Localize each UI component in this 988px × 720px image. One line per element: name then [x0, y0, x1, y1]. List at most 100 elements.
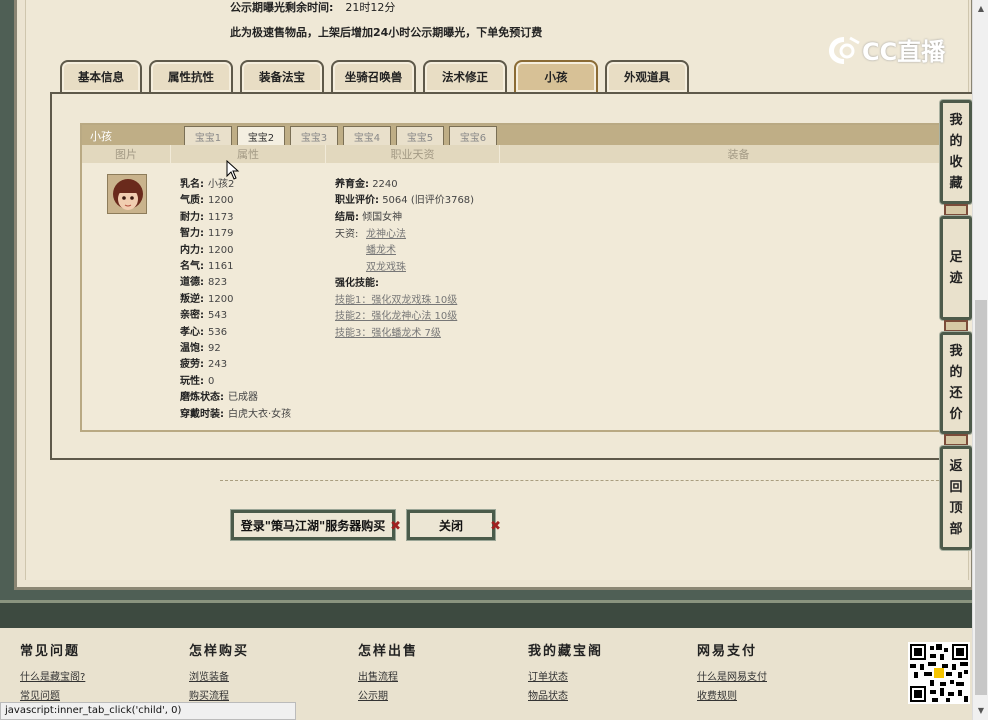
talent-label: 天资:	[335, 229, 359, 240]
footer-link-what-is-cbg[interactable]: 什么是藏宝阁?	[20, 668, 85, 683]
attribute-key: 乳名:	[180, 179, 204, 190]
attribute-row: 名气: 1161	[180, 257, 233, 272]
footer-heading-how-to-sell: 怎样出售	[358, 644, 419, 659]
attribute-key: 智力:	[180, 228, 204, 240]
talent-link-2[interactable]: 蟠龙术	[366, 241, 396, 256]
attribute-value: 536	[208, 326, 228, 338]
close-button[interactable]: 关闭 ✖	[407, 510, 501, 540]
tab-baby-6[interactable]: 宝宝6	[449, 126, 497, 145]
tab-baby-2[interactable]: 宝宝2	[237, 126, 285, 146]
column-header-equipment: 装备	[500, 145, 978, 163]
attribute-key: 气质:	[180, 195, 204, 207]
attribute-row: 智力: 1179	[180, 224, 233, 239]
attribute-row: 疲劳: 243	[180, 355, 227, 370]
attribute-value: 823	[208, 277, 228, 289]
rope-knot-icon	[944, 204, 968, 216]
attribute-key: 耐力:	[180, 211, 204, 223]
my-favorites-button[interactable]: 我的收藏	[940, 100, 972, 204]
attribute-value: 1200	[208, 293, 234, 305]
tab-attributes-resistance[interactable]: 属性抗性	[149, 60, 233, 92]
page-scrollbar[interactable]: ▲ ▼	[972, 0, 988, 720]
footer-link-purchase-process[interactable]: 购买流程	[189, 687, 229, 702]
child-section-title: 小孩	[90, 130, 112, 143]
back-to-top-button[interactable]: 返回顶部	[940, 446, 972, 550]
ending: 结局: 倾国女神	[335, 212, 403, 223]
attribute-row: 道德: 823	[180, 273, 227, 288]
tab-baby-4[interactable]: 宝宝4	[343, 126, 391, 145]
column-header-attributes: 属性	[171, 145, 326, 163]
footer-link-order-status[interactable]: 订单状态	[528, 668, 568, 683]
tab-baby-5[interactable]: 宝宝5	[396, 126, 444, 145]
skill-link-1[interactable]: 技能1：强化双龙戏珠 10级	[335, 291, 457, 306]
child-header-bar: 小孩 宝宝1 宝宝2 宝宝3 宝宝4 宝宝5 宝宝6	[82, 125, 976, 146]
child-portrait-icon	[108, 175, 146, 213]
attribute-row: 温饱: 92	[180, 339, 221, 354]
footer-heading-faq: 常见问题	[20, 644, 81, 659]
scroll-up-arrow-icon[interactable]: ▲	[975, 2, 987, 14]
talent-link-1[interactable]: 龙神心法	[366, 225, 406, 240]
tab-equipment-treasure[interactable]: 装备法宝	[240, 60, 324, 92]
cc-live-logo: CC直播	[826, 32, 945, 67]
footer-link-item-status[interactable]: 物品状态	[528, 687, 568, 702]
attribute-row: 叛逆: 1200	[180, 290, 233, 305]
attribute-key: 内力:	[180, 244, 204, 256]
tab-child[interactable]: 小孩	[514, 60, 598, 92]
divider	[220, 480, 974, 481]
child-detail-box: 小孩 宝宝1 宝宝2 宝宝3 宝宝4 宝宝5 宝宝6 图片 属性 职业天资 装备…	[80, 123, 978, 432]
attribute-key: 道德:	[180, 277, 204, 289]
footer-link-fee-rules[interactable]: 收费规则	[697, 687, 737, 702]
skill-link-2[interactable]: 技能2：强化龙神心法 10级	[335, 307, 457, 322]
attribute-value: 243	[208, 359, 228, 371]
column-header-image: 图片	[82, 145, 171, 163]
rope-knot-icon	[944, 320, 968, 332]
attribute-value: 1200	[208, 244, 234, 256]
attribute-value: 543	[208, 310, 228, 322]
footer-link-browse-equipment[interactable]: 浏览装备	[189, 668, 229, 683]
tab-mount-summon[interactable]: 坐骑召唤兽	[331, 60, 416, 92]
skill-link-3[interactable]: 技能3：强化蟠龙术 7级	[335, 324, 441, 339]
my-bargains-button[interactable]: 我的还价	[940, 332, 972, 434]
footer-link-common-questions[interactable]: 常见问题	[20, 687, 60, 702]
scrollbar-thumb[interactable]	[975, 300, 987, 695]
attribute-row: 内力: 1200	[180, 241, 233, 256]
attribute-key: 磨炼状态:	[180, 392, 224, 404]
child-panel: 小孩 宝宝1 宝宝2 宝宝3 宝宝4 宝宝5 宝宝6 图片 属性 职业天资 装备…	[50, 92, 978, 460]
tab-basic-info[interactable]: 基本信息	[60, 60, 142, 92]
talent-link-3[interactable]: 双龙戏珠	[366, 258, 406, 273]
attribute-row: 亲密: 543	[180, 306, 227, 321]
attribute-row: 玩性: 0	[180, 372, 214, 387]
attribute-key: 名气:	[180, 261, 204, 272]
attribute-row: 磨炼状态: 已成器	[180, 388, 258, 403]
login-server-purchase-button[interactable]: 登录"策马江湖"服务器购买 ✖	[231, 510, 401, 540]
footer-link-what-is-netease-pay[interactable]: 什么是网易支付	[697, 668, 767, 683]
footprints-button[interactable]: 足迹	[940, 216, 972, 320]
tab-spell-correction[interactable]: 法术修正	[423, 60, 507, 92]
tab-appearance-items[interactable]: 外观道具	[605, 60, 689, 92]
mouse-cursor-icon	[226, 160, 240, 180]
close-ornament-icon: ✖	[390, 519, 401, 534]
tab-baby-3[interactable]: 宝宝3	[290, 126, 338, 145]
column-header-career-talent: 职业天资	[326, 145, 500, 163]
footer-divider-strip	[0, 600, 972, 628]
rope-knot-icon	[944, 434, 968, 446]
scroll-down-arrow-icon[interactable]: ▼	[975, 704, 987, 716]
footer-link-sell-process[interactable]: 出售流程	[358, 668, 398, 683]
attribute-value: 白虎大衣·女孩	[228, 408, 292, 420]
attribute-value: 1161	[208, 261, 234, 272]
publicity-remaining-time: 公示期曝光剩余时间: 21时12分	[230, 1, 396, 14]
attribute-key: 温饱:	[180, 343, 204, 354]
footer-link-publicity-period[interactable]: 公示期	[358, 687, 388, 702]
footer-heading-how-to-buy: 怎样购买	[189, 644, 250, 659]
attribute-value: 1173	[208, 211, 234, 223]
attribute-row: 气质: 1200	[180, 191, 233, 206]
attribute-row: 耐力: 1173	[180, 208, 233, 223]
qr-code-icon	[908, 642, 970, 704]
footer-heading-my-cbg: 我的藏宝阁	[528, 644, 604, 659]
close-ornament-icon: ✖	[490, 519, 501, 534]
fast-sale-notice: 此为极速售物品，上架后增加24小时公示期曝光，下单免预订费	[230, 26, 543, 39]
attribute-row: 孝心: 536	[180, 323, 227, 338]
attribute-value: 1179	[208, 228, 234, 240]
attribute-value: 1200	[208, 195, 234, 207]
attribute-value: 92	[208, 343, 221, 354]
tab-baby-1[interactable]: 宝宝1	[184, 126, 232, 145]
